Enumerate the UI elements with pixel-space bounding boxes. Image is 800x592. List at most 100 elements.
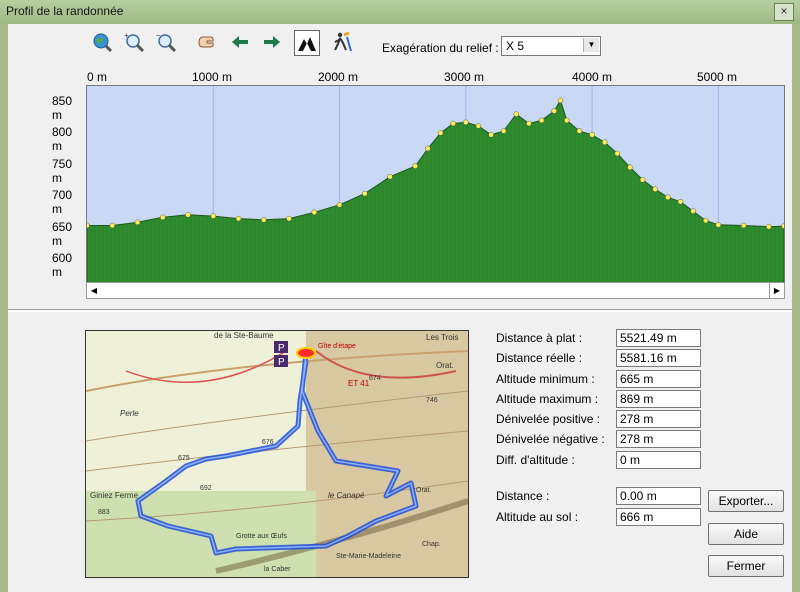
x-tick-label: 3000 m — [444, 70, 485, 84]
deniv-pos-label: Dénivelée positive : — [496, 412, 601, 426]
elevation-point — [437, 130, 444, 136]
deniv-pos-value: 278 m — [616, 410, 701, 428]
y-tick-label: 800 m — [52, 125, 73, 153]
x-tick-label: 0 m — [87, 70, 108, 84]
terrain-profile-icon[interactable] — [294, 30, 320, 56]
altitude-max-value: 869 m — [616, 390, 701, 408]
elevation-point — [690, 208, 696, 214]
map-label: Ste-Marie-Madeleine — [336, 553, 401, 560]
map-label: Les Trois — [426, 333, 459, 342]
y-tick-label: 600 m — [52, 251, 73, 279]
map-label: Giniez Ferme — [90, 491, 139, 500]
elevation-point — [210, 213, 217, 219]
elevation-point — [235, 215, 242, 222]
map-label: le Canapé — [328, 491, 365, 500]
map-label: Orat. — [436, 361, 454, 370]
map-label: 883 — [98, 509, 110, 516]
x-tick-label: 5000 m — [697, 70, 738, 84]
zoom-out-icon[interactable]: − — [154, 30, 178, 54]
exaggeration-select[interactable]: X 5 ▼ — [501, 36, 601, 56]
x-tick-label: 1000 m — [192, 70, 233, 84]
window-title: Profil de la randonnée — [6, 4, 124, 18]
elevation-point — [557, 97, 564, 104]
distance-reelle-value: 5581.16 m — [616, 349, 701, 367]
distance-reelle-label: Distance réelle : — [496, 351, 583, 365]
elevation-point — [601, 139, 608, 146]
arrow-right-icon[interactable] — [260, 30, 284, 54]
elevation-point — [109, 222, 116, 229]
zoom-in-icon[interactable]: + — [122, 30, 146, 54]
elevation-point — [614, 150, 621, 157]
hiker-icon[interactable] — [330, 30, 354, 54]
x-tick-label: 4000 m — [572, 70, 613, 84]
elevation-point — [652, 186, 658, 192]
y-tick-label: 750 m — [52, 157, 73, 185]
elevation-point — [639, 177, 646, 183]
elevation-point — [551, 108, 557, 114]
elevation-point — [576, 128, 583, 134]
route-map[interactable]: P P de la Ste-Baume Gîte d'étape Les Tro… — [85, 330, 469, 578]
elevation-point — [702, 217, 709, 224]
export-button[interactable]: Exporter... — [708, 490, 784, 512]
scroll-right-icon[interactable]: ▶ — [769, 283, 784, 298]
title-bar: Profil de la randonnée × — [0, 0, 800, 24]
x-tick-label: 2000 m — [318, 70, 359, 84]
map-label: 675 — [178, 455, 190, 462]
elevation-point — [286, 215, 292, 222]
elevation-point — [564, 117, 570, 124]
elevation-point — [336, 202, 343, 208]
svg-text:−: − — [156, 31, 161, 40]
svg-text:P: P — [278, 343, 285, 354]
elevation-point — [387, 173, 393, 180]
elevation-area — [87, 99, 784, 283]
svg-text:+: + — [124, 31, 129, 40]
elevation-point — [513, 111, 520, 117]
map-label: ET 41 — [348, 379, 370, 388]
y-tick-label: 650 m — [52, 220, 73, 248]
distance-plat-label: Distance à plat : — [496, 331, 583, 345]
pan-hand-icon[interactable] — [194, 30, 218, 54]
elevation-point — [463, 119, 469, 126]
divider — [8, 309, 792, 312]
elevation-point — [311, 209, 318, 216]
svg-text:P: P — [278, 357, 285, 368]
elevation-point — [261, 217, 267, 223]
altitude-max-label: Altitude maximum : — [496, 392, 599, 406]
profile-window: Profil de la randonnée × + − Exagération… — [0, 0, 800, 592]
arrow-left-icon[interactable] — [228, 30, 252, 54]
map-label: Grotte aux Œufs — [236, 533, 287, 540]
map-canvas: P P — [86, 331, 468, 577]
elevation-point — [412, 163, 419, 169]
map-label: de la Ste-Baume — [214, 331, 274, 340]
diff-altitude-value: 0 m — [616, 451, 701, 469]
map-label: Orat. — [416, 487, 432, 494]
elevation-point — [766, 223, 772, 230]
elevation-point — [526, 120, 532, 127]
chevron-down-icon[interactable]: ▼ — [583, 38, 599, 52]
globe-zoom-icon[interactable] — [90, 30, 114, 54]
diff-altitude-label: Diff. d'altitude : — [496, 453, 575, 467]
elevation-point — [134, 219, 141, 226]
deniv-neg-label: Dénivelée négative : — [496, 432, 605, 446]
elevation-point — [450, 120, 456, 127]
profile-plot-area — [87, 86, 784, 283]
elevation-point — [589, 132, 595, 138]
close-button[interactable]: Fermer — [708, 555, 784, 577]
exaggeration-label: Exagération du relief : — [382, 41, 499, 55]
scroll-left-icon[interactable]: ◀ — [87, 283, 101, 298]
horizontal-scrollbar[interactable]: ◀ ▶ — [86, 282, 785, 299]
deniv-neg-value: 278 m — [616, 430, 701, 448]
distance-label: Distance : — [496, 489, 550, 503]
exaggeration-value: X 5 — [506, 39, 525, 53]
help-button[interactable]: Aide — [708, 523, 784, 545]
map-label: 676 — [262, 439, 274, 446]
elevation-point — [538, 117, 545, 124]
elevation-point — [677, 198, 684, 205]
altitude-min-value: 665 m — [616, 370, 701, 388]
altitude-sol-label: Altitude au sol : — [496, 510, 579, 524]
elevation-point — [425, 145, 431, 152]
close-icon[interactable]: × — [774, 3, 794, 21]
map-label: la Caber — [264, 566, 291, 573]
y-tick-label: 850 m — [52, 94, 73, 122]
elevation-profile-chart[interactable] — [86, 85, 785, 299]
